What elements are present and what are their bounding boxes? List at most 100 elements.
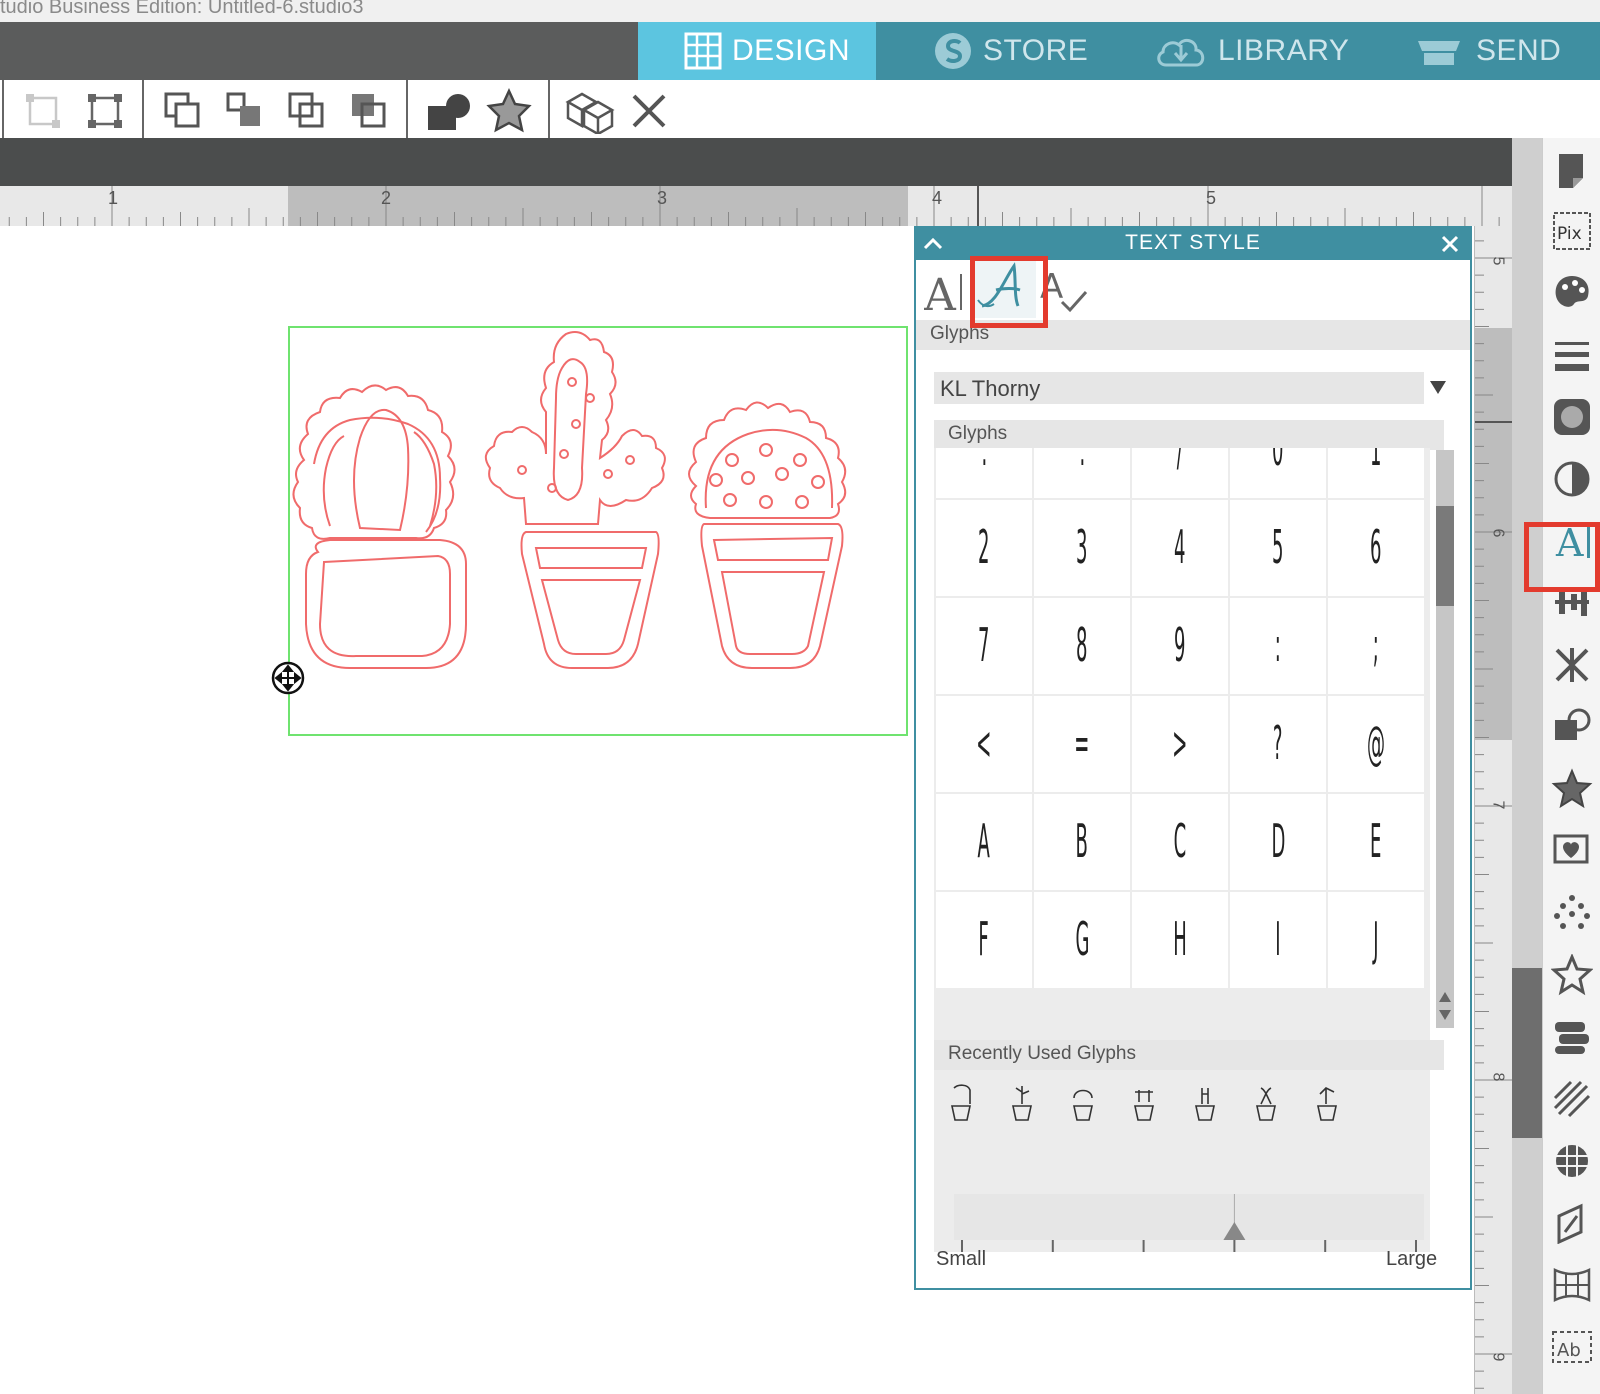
glyph-cell[interactable]: 7 [936,598,1032,694]
fill-pattern-icon[interactable] [1551,396,1593,438]
glyph-cell[interactable]: B [1034,794,1130,890]
tab-store[interactable]: STORE [933,22,1088,80]
move-handle-icon[interactable] [270,660,306,696]
glyph-cell[interactable]: . [936,448,1032,498]
selection-box[interactable] [288,326,908,736]
glyph-scrollbar[interactable] [1436,450,1454,1028]
vertical-scrollbar[interactable] [1512,138,1542,1394]
spellcheck-icon: A [1040,267,1088,313]
glyph-char: J [1373,913,1379,967]
warp-grid-icon[interactable] [1551,1264,1593,1306]
group-icon[interactable] [20,88,66,134]
glyph-cell[interactable]: 8 [1034,598,1130,694]
stretch-icon[interactable] [1551,1202,1593,1244]
glyph-cell[interactable]: 3 [1034,500,1130,596]
modify-star-icon[interactable] [1551,768,1593,810]
glyph-cell[interactable]: 4 [1132,500,1228,596]
recent-cactus-glyph-icon[interactable] [1007,1084,1037,1124]
recent-cactus-glyph-icon[interactable] [1251,1084,1281,1124]
dropdown-arrow-icon[interactable] [1428,378,1448,396]
title-bar: tudio Business Edition: Untitled-6.studi… [0,0,1600,23]
recent-cactus-glyph-icon[interactable] [1068,1084,1098,1124]
glyph-cell[interactable]: G [1034,892,1130,988]
glyph-cell[interactable]: F [936,892,1032,988]
cubes-icon[interactable] [564,88,616,134]
glyph-char: = [1074,717,1090,771]
text-to-path-icon[interactable]: Ab [1551,1326,1593,1368]
nesting-icon[interactable] [1551,1140,1593,1182]
glyph-cell[interactable]: @ [1328,696,1424,792]
glyph-cell[interactable]: < [936,696,1032,792]
tab-spell[interactable]: A [1040,264,1096,316]
glyph-cell[interactable]: A [936,794,1032,890]
glyph-cell[interactable]: : [1230,598,1326,694]
trace-icon[interactable] [1551,892,1593,934]
recent-cactus-glyph-icon[interactable] [946,1084,976,1124]
page-setup-icon[interactable] [1551,150,1593,192]
glyph-cell[interactable]: ; [1328,598,1424,694]
bring-forward-icon[interactable] [222,88,268,134]
vertical-ruler[interactable]: 5 6 7 8 9 [1474,226,1513,1394]
tab-send[interactable]: SEND [1412,22,1561,80]
glyph-cell[interactable]: H [1132,892,1228,988]
transparency-icon[interactable] [1551,458,1593,500]
tab-library[interactable]: LIBRARY [1154,22,1349,80]
glyph-cell[interactable]: > [1132,696,1228,792]
glyph-cell[interactable]: 1 [1328,448,1424,498]
horizontal-ruler[interactable]: 1 2 3 4 5 [0,186,1512,227]
glyph-cell[interactable]: I [1230,892,1326,988]
tab-design[interactable]: DESIGN [638,22,876,80]
send-to-back-icon[interactable] [346,88,392,134]
glyph-cell[interactable]: E [1328,794,1424,890]
replicate-icon[interactable] [1551,644,1593,686]
glyph-cell[interactable]: ? [1230,696,1326,792]
font-select[interactable]: KL Thorny [934,372,1424,404]
tab-font-icon-wrap[interactable]: A [923,264,972,321]
line-style-icon[interactable] [1551,334,1593,376]
offset-icon[interactable] [1551,830,1593,872]
vertical-scroll-thumb[interactable] [1512,968,1542,1138]
send-backward-icon[interactable] [284,88,330,134]
glyph-char: ? [1273,717,1283,771]
transform-icon[interactable] [1551,706,1593,748]
hatch-icon[interactable] [1551,1078,1593,1120]
glyph-cell[interactable]: D [1230,794,1326,890]
glyph-scroll-arrows-icon[interactable] [1438,990,1452,1022]
glyph-char: H [1173,913,1187,967]
glyph-cell[interactable]: 2 [936,500,1032,596]
glyph-cell[interactable]: 6 [1328,500,1424,596]
glyph-char: > [1172,717,1188,771]
window-title: tudio Business Edition: Untitled-6.studi… [0,0,364,18]
size-slider-thumb[interactable] [1223,1222,1246,1240]
glyph-cell[interactable]: 0 [1230,448,1326,498]
glyph-cell[interactable]: C [1132,794,1228,890]
cactus-design[interactable] [290,328,906,734]
ungroup-icon[interactable] [82,88,128,134]
glyph-char: C [1173,815,1187,869]
panel-close-icon[interactable] [1440,234,1460,254]
bring-to-front-icon[interactable] [160,88,206,134]
glyph-cell[interactable]: J [1328,892,1424,988]
fill-color-icon[interactable] [1551,272,1593,314]
glyph-char: / [1176,448,1184,477]
glyph-grid-header: Glyphs [934,420,1444,450]
shapes-icon[interactable] [424,88,474,134]
glyph-cell[interactable]: 5 [1230,500,1326,596]
size-large-label: Large [1386,1248,1438,1270]
glyph-cell[interactable]: / [1132,448,1228,498]
tab-send-label: SEND [1476,34,1562,67]
recent-cactus-glyph-icon[interactable] [1129,1084,1159,1124]
star-icon[interactable] [486,88,532,134]
layers-icon[interactable] [1551,1016,1593,1058]
glyph-scroll-thumb[interactable] [1436,506,1454,606]
recent-cactus-glyph-icon[interactable] [1190,1084,1220,1124]
font-select-value: KL Thorny [940,376,1041,401]
glyph-cell[interactable]: . [1034,448,1130,498]
glyph-cell[interactable]: = [1034,696,1130,792]
glyph-cell[interactable]: 9 [1132,598,1228,694]
vruler-label-6: 6 [1489,528,1507,538]
pixscan-icon[interactable]: Pix [1551,210,1593,252]
close-icon[interactable] [626,88,672,134]
sketch-star-icon[interactable] [1551,954,1593,996]
recent-cactus-glyph-icon[interactable] [1312,1084,1342,1124]
